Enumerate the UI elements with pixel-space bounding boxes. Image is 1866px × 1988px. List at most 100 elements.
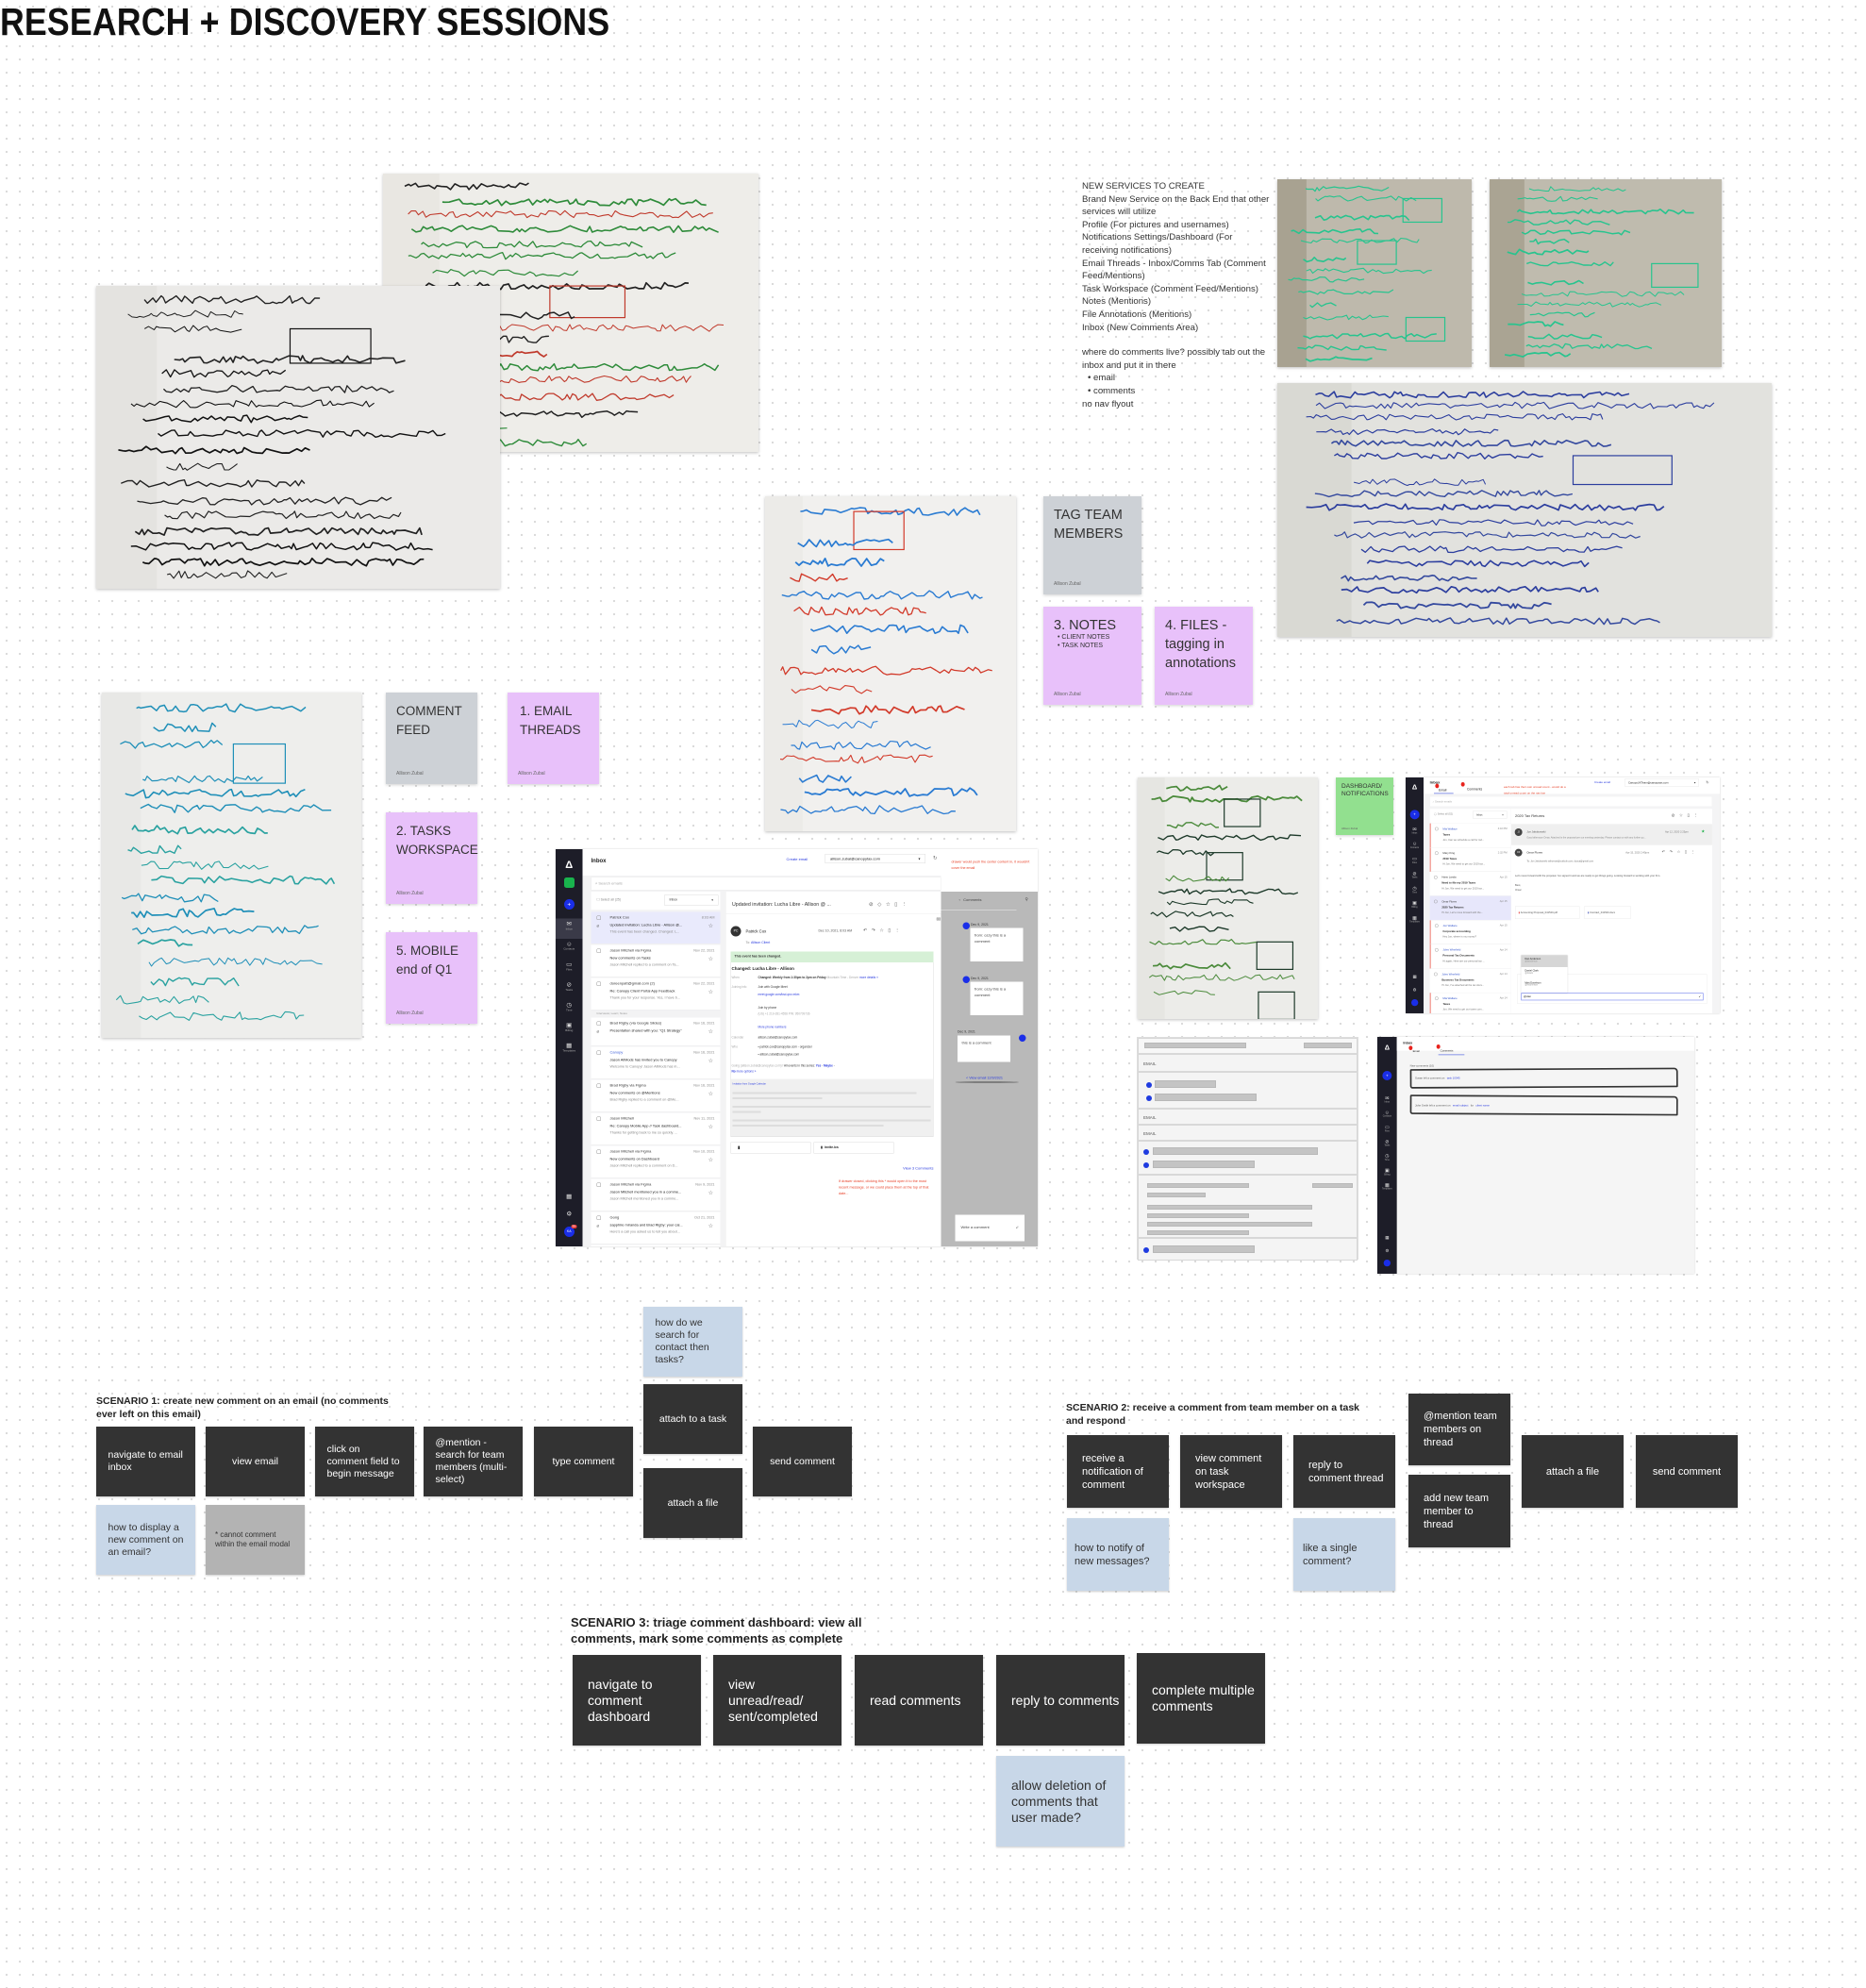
drawer-back-button[interactable]: ‹ Comments <box>959 898 982 903</box>
nav-item-time[interactable]: ◷ Time <box>1406 885 1424 894</box>
comment-card[interactable]: this is a comment <box>958 1035 1010 1062</box>
attachment-invite[interactable]: ▮ invite.ics <box>813 1142 894 1154</box>
checkbox[interactable] <box>596 1050 601 1055</box>
checkbox[interactable] <box>1434 827 1439 831</box>
tab-comments[interactable]: Comments <box>1467 788 1482 792</box>
nav-item-files[interactable]: ▭ Files <box>1406 856 1424 863</box>
client-name-link[interactable]: client name <box>1475 1104 1489 1107</box>
nav-item-tasks[interactable]: ⊘ Tasks <box>1406 871 1424 878</box>
email-list-item[interactable]: Jason Mitchell via Figma Nov 9, 2021 Jason… <box>591 1178 721 1211</box>
star-icon[interactable]: ☆ <box>708 1028 713 1035</box>
attachment-pdf[interactable]: ▮ Accounting Proposal_041520.pdf <box>1514 906 1580 919</box>
email-list-item[interactable]: Jason MitchellOct 15, 2021 <box>591 1245 721 1246</box>
star-icon[interactable]: ☆ <box>708 1223 713 1229</box>
plus-icon[interactable]: + <box>556 899 583 910</box>
checkbox[interactable] <box>1434 996 1439 1000</box>
email-actions[interactable]: ⊘☆▯⋮ <box>1672 812 1703 817</box>
star-icon[interactable]: ☆ <box>708 1058 713 1064</box>
mention-option[interactable]: Daniel Clark @dclark <box>1521 967 1567 979</box>
nav-item-templates[interactable]: ▦ Templates <box>1377 1182 1397 1190</box>
star-icon[interactable]: ☆ <box>708 923 713 929</box>
send-icon[interactable]: ➶ <box>1016 1225 1019 1231</box>
checkbox[interactable] <box>596 1149 601 1154</box>
mention-option[interactable]: Dan Anderson @danderson <box>1521 955 1568 967</box>
star-icon[interactable]: ☆ <box>708 1190 713 1196</box>
folder-select[interactable]: Inbox ▾ <box>664 894 719 906</box>
star-icon[interactable]: ☆ <box>708 1124 713 1130</box>
plus-icon[interactable]: + <box>1406 810 1424 820</box>
email-list-item[interactable]: Jason Mitchell via Figma Nov 10, 2021 New … <box>591 1145 721 1178</box>
checkbox[interactable] <box>1433 875 1438 879</box>
calendar-icon[interactable]: ▦ <box>1377 1235 1397 1240</box>
email-actions[interactable]: ⊘◇☆▯⋮ <box>869 901 911 908</box>
avatar[interactable]: KA 99+ <box>556 1225 583 1237</box>
checkbox[interactable] <box>596 1083 601 1088</box>
message-actions[interactable]: ↶↷☆▯⋮ <box>863 928 904 934</box>
attachment[interactable]: ▮ <box>730 1142 811 1154</box>
checkbox[interactable] <box>1433 972 1438 977</box>
nav-item-inbox[interactable]: ✉ Inbox <box>556 920 583 931</box>
green-app-icon[interactable] <box>556 877 583 890</box>
comment-input[interactable]: @dan ➶ <box>1521 993 1704 1001</box>
create-email-link[interactable]: Create email <box>787 858 808 862</box>
email-list-item[interactable]: Mary King 2:32 PM 2019 Taxes Hi Jon, We nee… <box>1429 847 1511 872</box>
nav-item-files[interactable]: ▭ Files <box>556 961 583 972</box>
nav-item-files[interactable]: ▭ Files <box>1377 1124 1397 1132</box>
checkbox[interactable] <box>596 1021 601 1026</box>
send-icon[interactable]: ➶ <box>1698 994 1701 998</box>
email-list-item[interactable]: Jason Mitchell Nov 11, 2021 Re: Canopy Mob… <box>591 1112 721 1145</box>
message-actions[interactable]: ↶↷☆▯⋮ <box>1662 849 1700 854</box>
write-comment-input[interactable]: Write a comment ➶ <box>955 1214 1025 1242</box>
mention-option[interactable]: Matt Donelson @mdonelson <box>1521 979 1567 992</box>
email-subject-link[interactable]: email subject <box>1453 1104 1469 1107</box>
checkbox[interactable] <box>596 1116 601 1121</box>
nav-item-billing[interactable]: ▣ Billing <box>556 1022 583 1033</box>
task-link[interactable]: task 10345 <box>1447 1077 1460 1079</box>
checkbox[interactable] <box>596 981 601 986</box>
email-list-item[interactable]: Patrick Cox 8:03 AM Updated invitation: Lu… <box>591 911 721 944</box>
select-all-checkbox[interactable]: ◯ Select all (52) <box>1434 812 1453 815</box>
checkbox[interactable] <box>596 948 601 953</box>
nav-item-billing[interactable]: ▣ Billing <box>1406 900 1424 908</box>
star-icon[interactable]: ★ <box>1701 828 1705 833</box>
nav-item-contacts[interactable]: ☺ Contacts <box>1406 841 1424 848</box>
email-list-item[interactable]: Mia Wallace 4:10 PM Taxes Jon, Can we sched… <box>1429 823 1511 848</box>
email-list-item[interactable]: Brad Rigby via Figma Nov 16, 2021 New comm… <box>591 1079 721 1112</box>
calendar-icon[interactable]: ▦ <box>556 1193 583 1200</box>
checkbox[interactable] <box>596 915 601 920</box>
email-list-item[interactable]: Jason Mitchell via Figma Nov 22, 2021 New … <box>591 944 721 977</box>
plus-icon[interactable]: + <box>1377 1070 1397 1080</box>
checkbox[interactable] <box>596 1182 601 1187</box>
email-list-item[interactable]: Jon Wallace Apr 15 Corporate accounting Hey… <box>1429 920 1511 944</box>
star-icon[interactable]: ☆ <box>708 956 713 962</box>
nav-item-templates[interactable]: ▦ Templates <box>556 1042 583 1053</box>
email-list-item[interactable]: Hans Landa Apr 15 Need to file my 2019 Tax… <box>1429 871 1511 896</box>
email-list-item[interactable]: Omar Flores Apr 15 2020 Tax Returns Hi Jon,… <box>1429 895 1511 921</box>
view-comments-link[interactable]: View 3 Comments <box>886 1166 933 1171</box>
avatar[interactable] <box>1406 998 1424 1007</box>
checkbox[interactable] <box>1433 899 1438 904</box>
nav-item-inbox[interactable]: ✉ Inbox <box>1406 827 1424 834</box>
checkbox[interactable] <box>1434 851 1439 855</box>
email-list-item[interactable]: Jules Winnfield Apr 14 Business Tax Docume… <box>1429 968 1511 994</box>
checkbox[interactable] <box>1434 924 1439 927</box>
select-all-checkbox[interactable]: ☐ Select all (25) <box>597 898 622 902</box>
star-icon[interactable]: ☆ <box>708 989 713 995</box>
nav-item-templates[interactable]: ▦ Templates <box>1406 915 1424 923</box>
settings-icon[interactable]: ⚙ <box>1377 1248 1397 1253</box>
tab-comments[interactable]: Comments <box>1441 1049 1454 1052</box>
comment-card[interactable]: from: ozzy this is a comment <box>970 981 1024 1015</box>
tab-email[interactable]: Email <box>1413 1049 1420 1052</box>
email-list-item[interactable]: Brad Rigby (via Google Slides) Nov 16, 20… <box>591 1017 721 1046</box>
nav-item-tasks[interactable]: ⊘ Tasks <box>556 981 583 993</box>
refresh-icon[interactable]: ↻ <box>1706 780 1708 785</box>
nav-item-time[interactable]: ◷ Time <box>1377 1153 1397 1161</box>
avatar[interactable] <box>1377 1259 1397 1267</box>
nav-item-billing[interactable]: ▣ Billing <box>1377 1167 1397 1176</box>
comment-card[interactable]: from: ozzy this is a comment <box>970 927 1024 961</box>
checkbox[interactable] <box>596 1215 601 1220</box>
email-list-item[interactable]: Canopy Nov 16, 2021 Jason AllMods has invi… <box>591 1046 721 1079</box>
nav-item-inbox[interactable]: ✉ Inbox <box>1377 1095 1397 1103</box>
settings-icon[interactable]: ⚙ <box>1406 988 1424 993</box>
folder-select[interactable]: Inbox ▾ <box>1473 810 1508 819</box>
